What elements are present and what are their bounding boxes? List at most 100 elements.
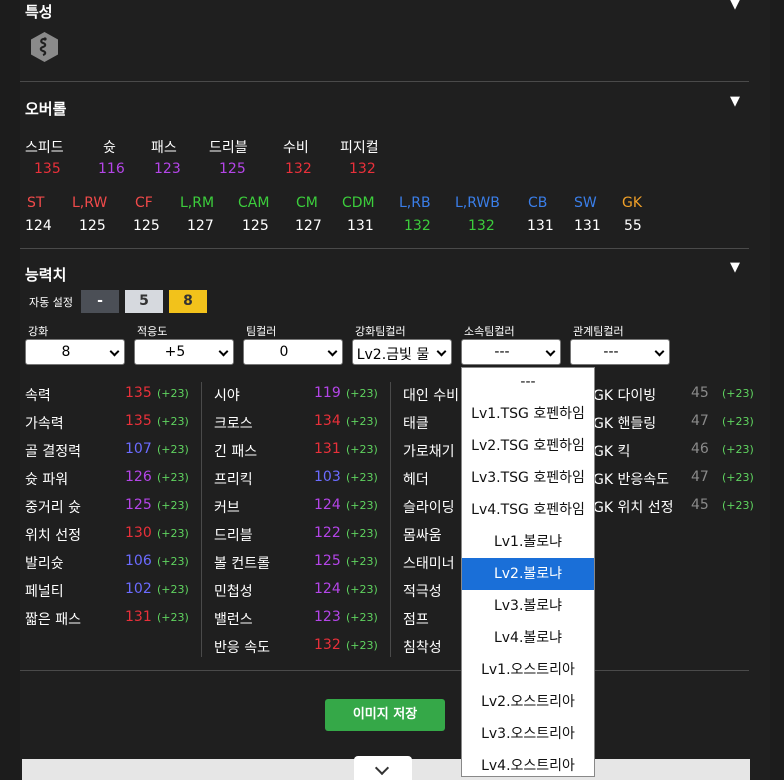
ability-row: 커브 124 (+23) — [214, 497, 394, 525]
ability-name: 슬라이딩 — [403, 500, 455, 516]
ability-row: GK 킥 46 (+23) — [593, 441, 773, 469]
ability-row: GK 위치 선정 45 (+23) — [593, 497, 773, 525]
position-value: 125 — [79, 218, 106, 234]
ability-row: 속력 135 (+23) — [25, 385, 205, 413]
ability-name: 크로스 — [214, 416, 253, 432]
ability-value: 47 — [691, 469, 709, 485]
ability-value: 46 — [691, 441, 709, 457]
ability-name: 헤더 — [403, 472, 429, 488]
dropdown-option[interactable]: Lv4.오스트리아 — [462, 750, 594, 780]
select-2[interactable]: 0 — [243, 339, 343, 365]
ability-name: GK 반응속도 — [593, 472, 669, 488]
auto-setting-label: 자동 설정 — [29, 296, 73, 309]
position-name: L,RWB — [455, 195, 500, 211]
select-label: 팀컬러 — [246, 325, 277, 338]
position-value: 131 — [574, 218, 601, 234]
dropdown-option[interactable]: Lv2.TSG 호펜하임 — [462, 430, 594, 462]
select-label: 강화팀컬러 — [355, 325, 406, 338]
select-label: 강화 — [28, 325, 49, 338]
stat-name: 슛 — [103, 140, 116, 156]
expand-bottom-button[interactable] — [354, 756, 412, 780]
ability-name: GK 위치 선정 — [593, 500, 674, 516]
auto-5-button[interactable]: 5 — [125, 290, 163, 313]
ability-value: 126 — [125, 469, 152, 485]
save-image-button[interactable]: 이미지 저장 — [325, 699, 445, 731]
ability-name: 대인 수비 — [403, 388, 459, 404]
ability-name: 드리블 — [214, 528, 253, 544]
dropdown-option[interactable]: Lv2.오스트리아 — [462, 686, 594, 718]
position-value: 55 — [624, 218, 642, 234]
ability-name: 페널티 — [25, 584, 64, 600]
dropdown-option[interactable]: Lv2.볼로냐 — [462, 558, 594, 590]
ability-name: 태클 — [403, 416, 429, 432]
chevron-down-icon — [218, 346, 229, 357]
ability-value: 131 — [125, 609, 152, 625]
dropdown-option[interactable]: Lv3.볼로냐 — [462, 590, 594, 622]
ability-row: 시야 119 (+23) — [214, 385, 394, 413]
ability-bonus: (+23) — [157, 387, 189, 400]
dropdown-option[interactable]: Lv1.오스트리아 — [462, 654, 594, 686]
traits-title: 특성 — [25, 3, 53, 21]
team-color-dropdown-list[interactable]: --- Lv1.TSG 호펜하임 Lv2.TSG 호펜하임 Lv3.TSG 호펜하임 L… — [461, 367, 595, 777]
ability-value: 131 — [314, 441, 341, 457]
ability-row: 짧은 패스 131 (+23) — [25, 609, 205, 637]
dropdown-option[interactable]: --- — [462, 366, 594, 398]
ability-value: 124 — [314, 497, 341, 513]
ability-row: 중거리 슛 125 (+23) — [25, 497, 205, 525]
position-name: ST — [27, 195, 45, 211]
ability-bonus: (+23) — [346, 555, 378, 568]
position-value: 125 — [242, 218, 269, 234]
ability-row: GK 핸들링 47 (+23) — [593, 413, 773, 441]
dropdown-option[interactable]: Lv3.오스트리아 — [462, 718, 594, 750]
ability-bonus: (+23) — [157, 415, 189, 428]
position-value: 125 — [133, 218, 160, 234]
select-value: +5 — [164, 344, 186, 360]
ability-value: 135 — [125, 413, 152, 429]
abilities-title: 능력치 — [25, 266, 67, 284]
ability-bonus: (+23) — [722, 387, 754, 400]
ability-bonus: (+23) — [346, 583, 378, 596]
ability-row: 발리슛 106 (+23) — [25, 553, 205, 581]
divider — [20, 81, 749, 82]
ability-row: 가속력 135 (+23) — [25, 413, 205, 441]
position-name: CDM — [342, 195, 375, 211]
dropdown-option[interactable]: Lv1.볼로냐 — [462, 526, 594, 558]
select-1[interactable]: +5 — [134, 339, 234, 365]
stat-name: 수비 — [283, 140, 309, 156]
divider — [20, 248, 749, 249]
position-name: SW — [574, 195, 597, 211]
ability-value: 132 — [314, 637, 341, 653]
ability-value: 119 — [314, 385, 341, 401]
collapse-traits-icon[interactable]: ▼ — [730, 0, 740, 12]
ability-name: 스태미너 — [403, 556, 455, 572]
ability-bonus: (+23) — [346, 611, 378, 624]
dropdown-option[interactable]: Lv4.TSG 호펜하임 — [462, 494, 594, 526]
collapse-overall-icon[interactable]: ▼ — [730, 94, 740, 109]
ability-value: 125 — [125, 497, 152, 513]
select-5[interactable]: --- — [570, 339, 670, 365]
dropdown-option[interactable]: Lv1.TSG 호펜하임 — [462, 398, 594, 430]
auto-8-button[interactable]: 8 — [169, 290, 207, 313]
position-name: L,RM — [180, 195, 215, 211]
stat-value: 132 — [349, 161, 376, 177]
ability-value: 134 — [314, 413, 341, 429]
ability-bonus: (+23) — [346, 471, 378, 484]
position-value: 131 — [527, 218, 554, 234]
select-4[interactable]: --- — [461, 339, 561, 365]
ability-name: GK 킥 — [593, 444, 631, 460]
select-3[interactable]: Lv2.금빛 물 — [352, 339, 452, 365]
dropdown-option[interactable]: Lv4.볼로냐 — [462, 622, 594, 654]
select-label: 관계팀컬러 — [573, 325, 624, 338]
select-0[interactable]: 8 — [25, 339, 125, 365]
ability-name: 위치 선정 — [25, 528, 81, 544]
position-name: CF — [135, 195, 153, 211]
position-value: 127 — [187, 218, 214, 234]
ability-row: GK 다이빙 45 (+23) — [593, 385, 773, 413]
collapse-abilities-icon[interactable]: ▼ — [730, 260, 740, 275]
ability-name: 점프 — [403, 612, 429, 628]
dropdown-option[interactable]: Lv3.TSG 호펜하임 — [462, 462, 594, 494]
auto-minus-button[interactable]: - — [81, 290, 119, 313]
ability-bonus: (+23) — [346, 387, 378, 400]
ability-value: 122 — [314, 525, 341, 541]
ability-value: 45 — [691, 497, 709, 513]
